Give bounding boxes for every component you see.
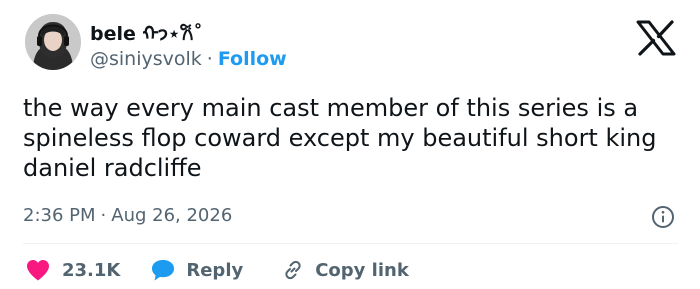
separator-dot: · <box>206 48 213 70</box>
x-logo-icon[interactable] <box>636 20 676 56</box>
like-count: 23.1K <box>62 259 121 281</box>
heart-icon <box>25 258 51 282</box>
tweet-timestamp[interactable]: 2:36 PM · Aug 26, 2026 <box>23 204 232 228</box>
reply-label: Reply <box>186 259 244 281</box>
speech-bubble-icon <box>150 258 176 282</box>
copy-link-label: Copy link <box>315 259 409 281</box>
tweet-time: 2:36 PM <box>23 205 96 226</box>
copy-link-button[interactable]: Copy link <box>281 258 409 282</box>
tweet-card: bele ᡣ𐭩⋆𐙚˚ @siniysvolk · Follow the way ev… <box>0 0 700 289</box>
tweet-date: Aug 26, 2026 <box>111 205 233 226</box>
link-icon <box>281 258 305 282</box>
separator-dot: · <box>100 205 107 226</box>
avatar[interactable] <box>25 14 81 70</box>
info-icon[interactable] <box>651 205 675 229</box>
action-bar: 23.1K Reply Copy link <box>25 257 409 283</box>
author-handle-row: @siniysvolk · Follow <box>90 47 287 71</box>
reply-button[interactable]: Reply <box>150 258 243 282</box>
author-display-name[interactable]: bele ᡣ𐭩⋆𐙚˚ <box>90 22 203 46</box>
like-button[interactable]: 23.1K <box>25 258 120 282</box>
follow-button[interactable]: Follow <box>218 48 287 70</box>
author-handle[interactable]: @siniysvolk <box>90 48 202 70</box>
tweet-text: the way every main cast member of this s… <box>23 94 657 182</box>
divider <box>23 243 678 244</box>
